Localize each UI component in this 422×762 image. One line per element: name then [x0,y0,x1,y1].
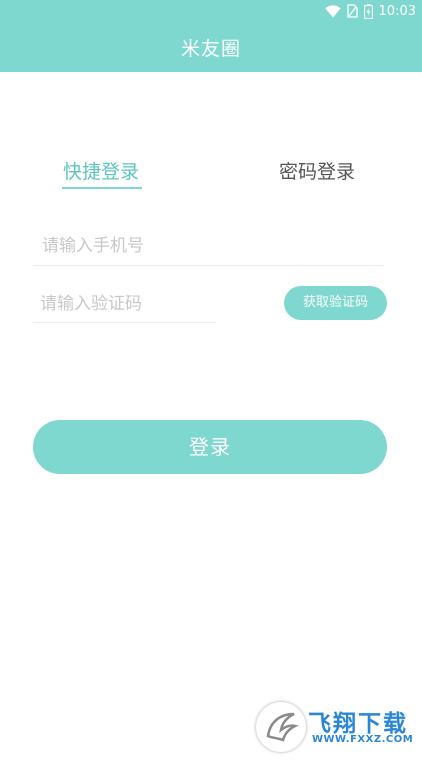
active-tab-indicator [62,187,142,189]
verification-code-input[interactable] [40,289,215,319]
get-code-button[interactable]: 获取验证码 [284,286,387,320]
page-title: 米友圈 [180,38,241,60]
phone-input-underline [33,265,384,266]
watermark-text: 飞翔下载 [308,711,408,737]
header-bar: 10:03 米友圈 [0,0,422,72]
wifi-icon [324,4,341,17]
tab-password-login[interactable]: 密码登录 [279,160,355,184]
tab-quick-login[interactable]: 快捷登录 [63,160,139,184]
status-bar: 10:03 [324,2,416,20]
login-button[interactable]: 登录 [33,420,387,474]
login-screen: 10:03 米友圈 快捷登录 密码登录 获取验证码 登录 飞翔下载 WWW.FX… [0,0,422,762]
phone-input[interactable] [42,231,382,261]
watermark-url: WWW.FXXZ.COM [310,734,416,745]
watermark: 飞翔下载 WWW.FXXZ.COM [254,700,416,756]
code-input-underline [33,322,216,323]
battery-icon [363,3,373,19]
watermark-logo-icon [256,702,306,752]
status-time: 10:03 [378,3,416,19]
sim-icon [346,4,358,18]
